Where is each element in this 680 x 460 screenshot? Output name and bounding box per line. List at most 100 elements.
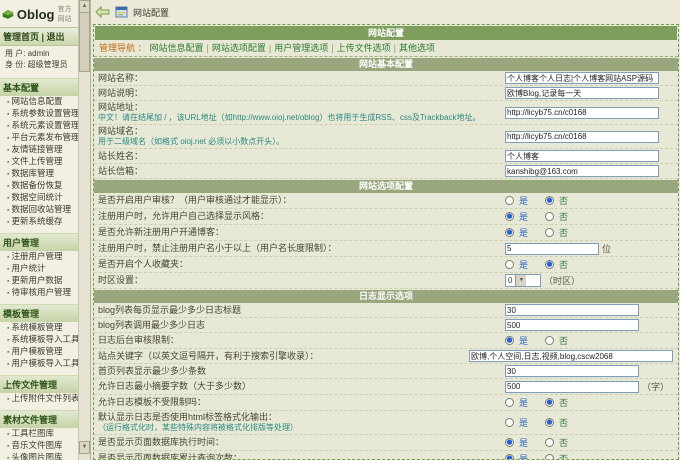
sidebar-item-label: 友情链接管理 bbox=[11, 144, 63, 154]
radio-no[interactable] bbox=[545, 438, 555, 447]
radio-yes[interactable] bbox=[505, 438, 514, 447]
sidebar-item[interactable]: ▪ 上传附件文件列表 bbox=[0, 393, 78, 405]
sidebar-item[interactable]: ▪ 系统参数设置管理 bbox=[0, 108, 78, 120]
radio-no[interactable] bbox=[545, 336, 555, 345]
sidebar-item[interactable]: ▪ 更新系统缓存 bbox=[0, 216, 78, 228]
bullet-icon: ▪ bbox=[7, 337, 10, 344]
sidebar-item[interactable]: ▪ 注册用户管理 bbox=[0, 251, 78, 263]
text-input[interactable] bbox=[505, 365, 639, 377]
radio-yes[interactable] bbox=[505, 454, 514, 459]
scroll-down-icon[interactable]: ▼ bbox=[79, 441, 90, 454]
radio-yes[interactable] bbox=[505, 196, 514, 205]
topbar-link-home[interactable]: 管理首页 bbox=[3, 32, 39, 42]
nav-separator: | bbox=[331, 43, 334, 53]
sidebar-scrollbar[interactable]: ▲ ▼ bbox=[79, 0, 91, 460]
sidebar-item-label: 更新用户数据 bbox=[11, 275, 63, 285]
radio-no[interactable] bbox=[545, 228, 555, 237]
nav-separator: | bbox=[206, 43, 209, 53]
form-row-label: 注册用户时，禁止注册用户名小于以上（用户名长度限制）： bbox=[98, 243, 505, 254]
text-input[interactable] bbox=[505, 130, 659, 143]
form-row-label: 允许日志最小摘要字数（大于多少数） bbox=[98, 381, 505, 392]
text-input[interactable] bbox=[505, 242, 599, 255]
form-row: 是否开启用户审核？（用户审核通过才能显示）：是否 bbox=[94, 193, 678, 209]
radio-yes-label: 是 bbox=[519, 228, 529, 238]
brand-name: Oblog bbox=[16, 6, 55, 22]
form-row-label: 站长姓名： bbox=[98, 151, 505, 162]
sidebar-item[interactable]: ▪ 系统元素设置管理 bbox=[0, 120, 78, 132]
sidebar-item[interactable]: ▪ 友情链接管理 bbox=[0, 144, 78, 156]
field-label: 网站域名： bbox=[98, 126, 144, 136]
text-input[interactable] bbox=[505, 380, 639, 393]
sidebar-item[interactable]: ▪ 用户模板导入工具 bbox=[0, 358, 78, 370]
sidebar-section-title: 模板管理 bbox=[0, 304, 78, 322]
bullet-icon: ▪ bbox=[7, 278, 10, 285]
nav-link[interactable]: 其他选项 bbox=[399, 43, 435, 53]
sidebar-item[interactable]: ▪ 平台元素发布管理 bbox=[0, 132, 78, 144]
sidebar: Oblog 官方网站 管理首页 | 退出 用 户: admin 身 份: 超级管理… bbox=[0, 0, 79, 460]
radio-no[interactable] bbox=[545, 260, 555, 269]
radio-no-label: 否 bbox=[559, 438, 569, 448]
radio-no[interactable] bbox=[545, 454, 555, 459]
sidebar-item[interactable]: ▪ 更新用户数据 bbox=[0, 275, 78, 287]
form-row-control bbox=[505, 365, 673, 377]
text-input[interactable] bbox=[505, 87, 659, 99]
radio-yes[interactable] bbox=[505, 418, 514, 427]
radio-yes-label: 是 bbox=[519, 212, 529, 222]
radio-yes[interactable] bbox=[505, 398, 514, 407]
radio-yes[interactable] bbox=[505, 336, 514, 345]
sidebar-item[interactable]: ▪ 数据库管理 bbox=[0, 168, 78, 180]
sidebar-item[interactable]: ▪ 网站信息配置 bbox=[0, 96, 78, 108]
radio-no[interactable] bbox=[545, 212, 555, 221]
bullet-icon: ▪ bbox=[7, 207, 10, 214]
nav-link[interactable]: 网站选项配置 bbox=[212, 43, 266, 53]
radio-no[interactable] bbox=[545, 196, 555, 205]
sidebar-item[interactable]: ▪ 用户模板管理 bbox=[0, 346, 78, 358]
field-label: 允许日志模板不受限制吗： bbox=[98, 397, 207, 407]
nav-link[interactable]: 网站信息配置 bbox=[150, 43, 204, 53]
sidebar-item[interactable]: ▪ 数据备份恢复 bbox=[0, 180, 78, 192]
field-label: 注册用户时，禁止注册用户名小于以上（用户名长度限制）： bbox=[98, 243, 337, 253]
topbar-link-logout[interactable]: 退出 bbox=[47, 32, 65, 42]
sidebar-item[interactable]: ▪ 数据回收站管理 bbox=[0, 204, 78, 216]
form-row-control: 是否 bbox=[505, 258, 673, 271]
field-label: 是否开启用户审核？（用户审核通过才能显示）： bbox=[98, 195, 292, 205]
form-row-label: 注册用户时，允许用户自己选择显示风格： bbox=[98, 211, 505, 222]
main-toolbar: 网站配置 bbox=[91, 0, 680, 24]
radio-yes[interactable] bbox=[505, 212, 514, 221]
radio-yes[interactable] bbox=[505, 260, 514, 269]
text-input[interactable] bbox=[505, 106, 659, 119]
field-label: blog列表调用最少多少日志 bbox=[98, 319, 206, 330]
chevron-down-icon[interactable]: ▼ bbox=[515, 275, 527, 286]
sidebar-item[interactable]: ▪ 系统模板导入工具 bbox=[0, 334, 78, 346]
sidebar-item[interactable]: ▪ 用户统计 bbox=[0, 263, 78, 275]
form-row-control: 位 bbox=[505, 242, 673, 255]
text-input[interactable] bbox=[505, 165, 659, 177]
field-label: 是否显示页面数据库执行时间： bbox=[98, 437, 225, 447]
sidebar-item[interactable]: ▪ 文件上传管理 bbox=[0, 156, 78, 168]
sidebar-item[interactable]: ▪ 数据空间统计 bbox=[0, 192, 78, 204]
back-arrow-icon[interactable] bbox=[95, 6, 110, 18]
form-row-label: 网站名称： bbox=[98, 73, 505, 84]
radio-no[interactable] bbox=[545, 418, 555, 427]
nav-link[interactable]: 用户管理选项 bbox=[274, 43, 328, 53]
bullet-icon: ▪ bbox=[7, 171, 10, 178]
nav-link[interactable]: 上传文件选项 bbox=[337, 43, 391, 53]
sidebar-item[interactable]: ▪ 工具栏图库 bbox=[0, 428, 78, 440]
sidebar-item[interactable]: ▪ 系统模板管理 bbox=[0, 322, 78, 334]
timezone-select[interactable]: 0 ▼ bbox=[505, 274, 541, 287]
sidebar-item[interactable]: ▪ 待审核用户管理 bbox=[0, 287, 78, 299]
text-input[interactable] bbox=[505, 150, 659, 162]
sidebar-item-label: 系统模板导入工具 bbox=[11, 334, 78, 344]
sidebar-item[interactable]: ▪ 音乐文件图库 bbox=[0, 440, 78, 452]
form-row-label: 允许日志模板不受限制吗： bbox=[98, 397, 505, 408]
field-label: 站点关键字（以英文逗号隔开，有利于搜索引擎收录）： bbox=[98, 350, 319, 361]
sidebar-item[interactable]: ▪ 头像图片图库 bbox=[0, 452, 78, 460]
scrollbar-thumb[interactable] bbox=[79, 12, 90, 72]
text-input[interactable] bbox=[505, 319, 639, 331]
radio-yes-label: 是 bbox=[519, 260, 529, 270]
text-input[interactable] bbox=[469, 350, 673, 362]
radio-yes[interactable] bbox=[505, 228, 514, 237]
radio-no[interactable] bbox=[545, 398, 555, 407]
text-input[interactable] bbox=[505, 304, 639, 316]
text-input[interactable] bbox=[505, 72, 659, 84]
